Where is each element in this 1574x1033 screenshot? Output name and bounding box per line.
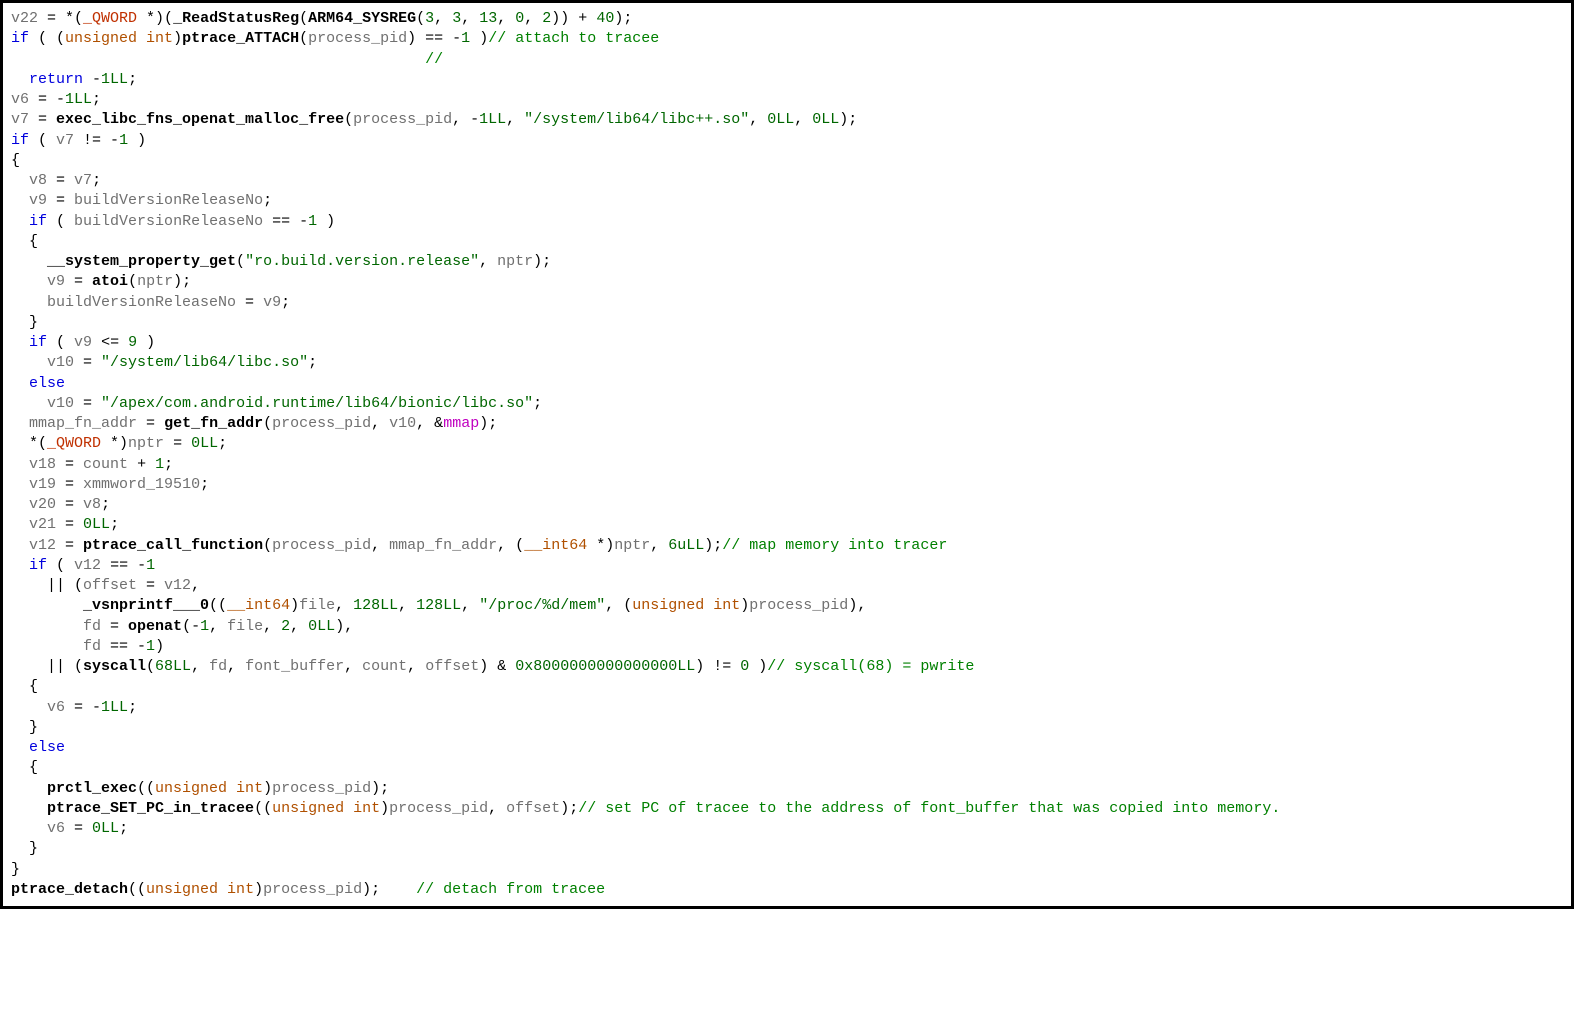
code-content: v22 = *(_QWORD *)(_ReadStatusReg(ARM64_S…	[11, 9, 1563, 900]
code-block: v22 = *(_QWORD *)(_ReadStatusReg(ARM64_S…	[0, 0, 1574, 909]
